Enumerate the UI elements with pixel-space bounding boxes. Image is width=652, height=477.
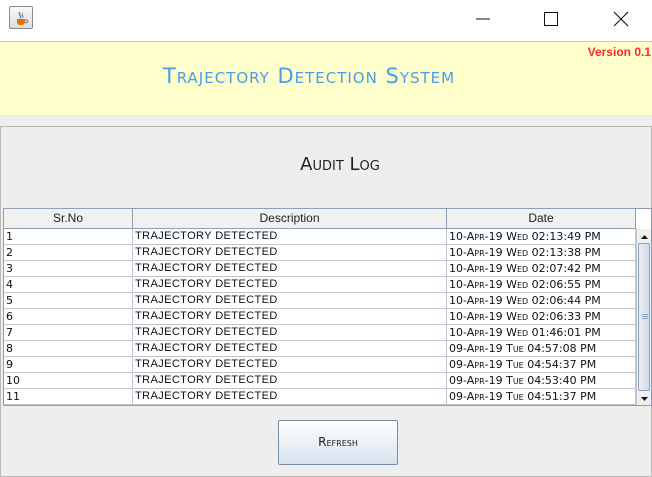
cell-date: 09-Apr-19 Tue 04:53:40 PM <box>447 373 636 388</box>
version-label: Version 0.1 <box>587 45 651 59</box>
cell-sr-no: 10 <box>4 373 133 388</box>
arrow-up-icon <box>641 235 648 239</box>
cell-sr-no: 11 <box>4 389 133 404</box>
grip-line <box>642 316 648 317</box>
table-row[interactable]: 3 TRAJECTORY DETECTED 10-Apr-19 Wed 02:07:… <box>4 261 636 277</box>
cell-sr-no: 9 <box>4 357 133 372</box>
cell-date: 10-Apr-19 Wed 01:46:01 PM <box>447 325 636 340</box>
column-header-description[interactable]: Description <box>133 209 447 228</box>
cell-description: TRAJECTORY DETECTED <box>133 293 447 308</box>
header-banner: Version 0.1 Trajectory Detection System <box>0 41 652 115</box>
cell-sr-no: 8 <box>4 341 133 356</box>
close-button[interactable] <box>598 0 644 38</box>
cell-description: TRAJECTORY DETECTED <box>133 373 447 388</box>
table-row[interactable]: 10 TRAJECTORY DETECTED 09-Apr-19 Tue 04:53… <box>4 373 636 389</box>
scroll-down-button[interactable] <box>637 391 652 405</box>
column-header-date[interactable]: Date <box>447 209 636 228</box>
grip-line <box>642 318 648 319</box>
table-row[interactable]: 11 TRAJECTORY DETECTED 09-Apr-19 Tue 04:51… <box>4 389 636 405</box>
cell-date: 10-Apr-19 Wed 02:13:38 PM <box>447 245 636 260</box>
java-icon[interactable] <box>9 6 33 29</box>
cell-date: 10-Apr-19 Wed 02:06:55 PM <box>447 277 636 292</box>
refresh-button[interactable]: Refresh <box>278 420 398 465</box>
cell-description: TRAJECTORY DETECTED <box>133 325 447 340</box>
app-title: Trajectory Detection System <box>162 64 456 88</box>
column-header-sr-no[interactable]: Sr.No <box>4 209 133 228</box>
cell-date: 09-Apr-19 Tue 04:51:37 PM <box>447 389 636 404</box>
cell-date: 10-Apr-19 Wed 02:13:49 PM <box>447 229 636 244</box>
maximize-icon <box>544 12 558 26</box>
cell-sr-no: 4 <box>4 277 133 292</box>
table-row[interactable]: 4 TRAJECTORY DETECTED 10-Apr-19 Wed 02:06:… <box>4 277 636 293</box>
cell-description: TRAJECTORY DETECTED <box>133 341 447 356</box>
cell-description: TRAJECTORY DETECTED <box>133 277 447 292</box>
cell-date: 09-Apr-19 Tue 04:57:08 PM <box>447 341 636 356</box>
scroll-up-button[interactable] <box>637 229 652 243</box>
table-row[interactable]: 8 TRAJECTORY DETECTED 09-Apr-19 Tue 04:57:… <box>4 341 636 357</box>
separator <box>0 115 652 126</box>
cell-description: TRAJECTORY DETECTED <box>133 245 447 260</box>
cell-date: 10-Apr-19 Wed 02:07:42 PM <box>447 261 636 276</box>
cell-sr-no: 6 <box>4 309 133 324</box>
audit-table: Sr.No Description Date 1 TRAJECTORY DETEC… <box>3 208 652 406</box>
table-row[interactable]: 5 TRAJECTORY DETECTED 10-Apr-19 Wed 02:06:… <box>4 293 636 309</box>
cell-date: 10-Apr-19 Wed 02:06:33 PM <box>447 309 636 324</box>
grip-line <box>642 314 648 315</box>
title-bar <box>0 0 652 40</box>
page-title: Audit Log <box>300 154 380 175</box>
scroll-thumb[interactable] <box>638 243 650 391</box>
table-row[interactable]: 2 TRAJECTORY DETECTED 10-Apr-19 Wed 02:13:… <box>4 245 636 261</box>
cell-description: TRAJECTORY DETECTED <box>133 309 447 324</box>
table-body: 1 TRAJECTORY DETECTED 10-Apr-19 Wed 02:13:… <box>4 229 636 405</box>
cell-date: 09-Apr-19 Tue 04:54:37 PM <box>447 357 636 372</box>
table-row[interactable]: 6 TRAJECTORY DETECTED 10-Apr-19 Wed 02:06:… <box>4 309 636 325</box>
arrow-down-icon <box>641 397 648 401</box>
maximize-button[interactable] <box>528 0 574 38</box>
table-row[interactable]: 9 TRAJECTORY DETECTED 09-Apr-19 Tue 04:54:… <box>4 357 636 373</box>
vertical-scrollbar[interactable] <box>636 229 651 405</box>
minimize-icon <box>476 18 490 20</box>
cell-sr-no: 5 <box>4 293 133 308</box>
cell-sr-no: 3 <box>4 261 133 276</box>
cell-sr-no: 2 <box>4 245 133 260</box>
cell-description: TRAJECTORY DETECTED <box>133 357 447 372</box>
cell-description: TRAJECTORY DETECTED <box>133 389 447 404</box>
cell-sr-no: 1 <box>4 229 133 244</box>
cell-date: 10-Apr-19 Wed 02:06:44 PM <box>447 293 636 308</box>
table-header: Sr.No Description Date <box>4 209 636 229</box>
table-row[interactable]: 7 TRAJECTORY DETECTED 10-Apr-19 Wed 01:46:… <box>4 325 636 341</box>
close-icon <box>613 11 629 27</box>
audit-log-panel: Audit Log Sr.No Description Date 1 TRAJEC… <box>0 126 652 477</box>
table-row[interactable]: 1 TRAJECTORY DETECTED 10-Apr-19 Wed 02:13:… <box>4 229 636 245</box>
minimize-button[interactable] <box>460 0 506 38</box>
cell-description: TRAJECTORY DETECTED <box>133 229 447 244</box>
cell-description: TRAJECTORY DETECTED <box>133 261 447 276</box>
cell-sr-no: 7 <box>4 325 133 340</box>
